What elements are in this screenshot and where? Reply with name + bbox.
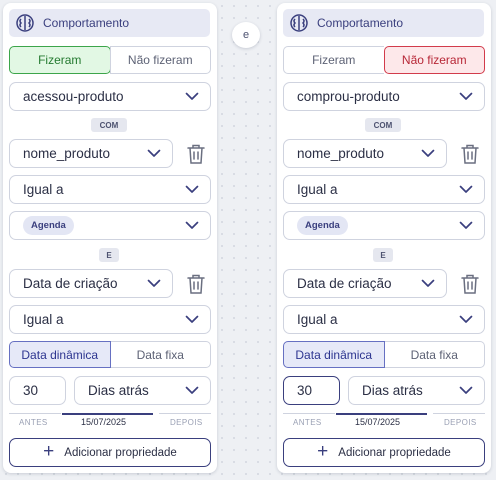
- amount-input[interactable]: 30: [9, 376, 66, 405]
- did-not-option[interactable]: Não fizeram: [109, 46, 211, 74]
- operator-select-value: Igual a: [297, 182, 338, 197]
- unit-select[interactable]: Dias atrás: [74, 376, 211, 405]
- range-date: 15/07/2025: [355, 417, 401, 427]
- operator-select-value: Igual a: [23, 182, 64, 197]
- selected-range-line: [62, 412, 153, 415]
- card-header-title: Comportamento: [43, 16, 130, 30]
- before-line: [283, 413, 335, 414]
- did-option[interactable]: Fizeram: [9, 46, 111, 74]
- add-property-button[interactable]: + Adicionar propriedade: [283, 438, 485, 467]
- with-tag: COM: [365, 118, 401, 132]
- chevron-down-icon: [459, 185, 473, 193]
- chevron-down-icon: [459, 221, 473, 229]
- value-chip[interactable]: Agenda: [23, 216, 74, 235]
- chevron-down-icon: [185, 221, 199, 229]
- date-range-bar: ANTES 15/07/2025 DEPOIS: [9, 412, 211, 435]
- property2-select-value: Data de criação: [297, 276, 392, 291]
- did-toggle: Fizeram Não fizeram: [9, 46, 211, 74]
- plus-icon: +: [43, 441, 55, 462]
- chevron-down-icon: [185, 92, 199, 100]
- before-label: ANTES: [293, 418, 322, 427]
- date-mode-toggle: Data dinâmica Data fixa: [9, 341, 211, 368]
- after-line: [159, 413, 211, 414]
- plus-icon: +: [317, 441, 329, 462]
- card-header-title: Comportamento: [317, 16, 404, 30]
- unit-select-value: Dias atrás: [88, 383, 149, 398]
- add-property-label: Adicionar propriedade: [338, 446, 451, 459]
- add-property-label: Adicionar propriedade: [64, 446, 177, 459]
- did-not-option[interactable]: Não fizeram: [383, 46, 485, 74]
- with-tag: COM: [91, 118, 127, 132]
- property-select[interactable]: nome_produto: [9, 139, 173, 168]
- trash-icon[interactable]: [186, 273, 206, 295]
- card-header: Comportamento: [9, 9, 210, 37]
- brain-icon: [290, 14, 308, 32]
- property2-select[interactable]: Data de criação: [283, 269, 447, 298]
- value-multiselect[interactable]: Agenda: [283, 211, 485, 240]
- after-line: [433, 413, 485, 414]
- property-select[interactable]: nome_produto: [283, 139, 447, 168]
- operator2-select-value: Igual a: [23, 312, 64, 327]
- dynamic-date-option[interactable]: Data dinâmica: [9, 341, 111, 368]
- chevron-down-icon: [185, 386, 199, 394]
- operator2-select[interactable]: Igual a: [283, 305, 485, 334]
- operator2-select-value: Igual a: [297, 312, 338, 327]
- card-header: Comportamento: [283, 9, 484, 37]
- did-toggle: Fizeram Não fizeram: [283, 46, 485, 74]
- operator-select[interactable]: Igual a: [283, 175, 485, 204]
- dynamic-date-option[interactable]: Data dinâmica: [283, 341, 385, 368]
- unit-select-value: Dias atrás: [362, 383, 423, 398]
- unit-select[interactable]: Dias atrás: [348, 376, 485, 405]
- event-select-value: acessou-produto: [23, 89, 124, 104]
- brain-icon: [16, 14, 34, 32]
- property-select-value: nome_produto: [23, 146, 111, 161]
- behavior-card-right: Comportamento Fizeram Não fizeram compro…: [277, 3, 491, 473]
- amount-input[interactable]: 30: [283, 376, 340, 405]
- trash-icon[interactable]: [186, 143, 206, 165]
- chevron-down-icon: [459, 92, 473, 100]
- chevron-down-icon: [459, 386, 473, 394]
- date-mode-toggle: Data dinâmica Data fixa: [283, 341, 485, 368]
- after-label: DEPOIS: [170, 418, 203, 427]
- chevron-down-icon: [459, 315, 473, 323]
- and-tag: E: [99, 248, 119, 262]
- fixed-date-option[interactable]: Data fixa: [384, 341, 485, 368]
- chevron-down-icon: [147, 279, 161, 287]
- property-select-value: nome_produto: [297, 146, 385, 161]
- before-label: ANTES: [19, 418, 48, 427]
- selected-range-line: [336, 412, 427, 415]
- property2-select[interactable]: Data de criação: [9, 269, 173, 298]
- add-property-button[interactable]: + Adicionar propriedade: [9, 438, 211, 467]
- trash-icon[interactable]: [460, 143, 480, 165]
- event-select[interactable]: acessou-produto: [9, 82, 211, 111]
- operator-select[interactable]: Igual a: [9, 175, 211, 204]
- chevron-down-icon: [147, 149, 161, 157]
- property2-select-value: Data de criação: [23, 276, 118, 291]
- chevron-down-icon: [421, 279, 435, 287]
- trash-icon[interactable]: [460, 273, 480, 295]
- event-select[interactable]: comprou-produto: [283, 82, 485, 111]
- value-chip[interactable]: Agenda: [297, 216, 348, 235]
- and-tag: E: [373, 248, 393, 262]
- range-date: 15/07/2025: [81, 417, 127, 427]
- value-multiselect[interactable]: Agenda: [9, 211, 211, 240]
- date-range-bar: ANTES 15/07/2025 DEPOIS: [283, 412, 485, 435]
- before-line: [9, 413, 61, 414]
- and-connector: e: [232, 22, 260, 48]
- fixed-date-option[interactable]: Data fixa: [110, 341, 211, 368]
- event-select-value: comprou-produto: [297, 89, 400, 104]
- chevron-down-icon: [421, 149, 435, 157]
- did-option[interactable]: Fizeram: [283, 46, 384, 74]
- chevron-down-icon: [185, 315, 199, 323]
- operator2-select[interactable]: Igual a: [9, 305, 211, 334]
- chevron-down-icon: [185, 185, 199, 193]
- behavior-card-left: Comportamento Fizeram Não fizeram acesso…: [3, 3, 217, 473]
- after-label: DEPOIS: [444, 418, 477, 427]
